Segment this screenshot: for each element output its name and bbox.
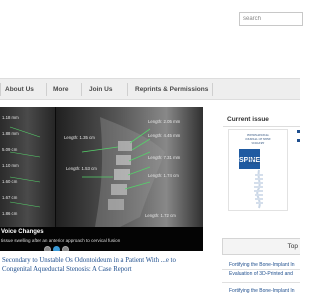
divider [222,269,300,270]
journal-cover[interactable]: INTERNATIONAL JOURNAL OF SPINE SURGERY S… [228,129,288,211]
toc-article-link[interactable]: Fortifying the Bone-Implant In [229,262,300,269]
divider [222,282,300,283]
cover-line: SURGERY [251,142,265,145]
nav-separator [81,83,82,96]
slide-caption: Voice Changes tissue swelling after an a… [0,227,203,251]
measurement-label: Length: 1.72 cm [145,213,176,218]
slide-dot-active[interactable] [53,246,60,251]
measurement-label: Length: 1.35 cm [64,135,95,140]
measurement-label: 1.60 cm [2,179,18,184]
nav-separator [0,83,1,96]
measurement-label: 1.88 mm [2,131,19,136]
toc-article-link[interactable]: Fortifying the Bone-Implant In [229,288,300,295]
nav-item-reprints-permissions[interactable]: Reprints & Permissions [135,79,208,100]
nav-separator [46,83,47,96]
nav-item-more[interactable]: More [53,79,69,100]
measurement-label: 1.18 mm [2,115,19,120]
measurement-label: 1.86 cm [2,211,18,216]
toc-article-link[interactable]: Evaluation of 3D-Printed and [229,271,300,278]
nav-separator [212,83,213,96]
nav-separator [127,83,128,96]
tab-label: Top [287,243,298,250]
slide-title: Voice Changes [1,229,44,235]
slide-dot[interactable] [62,246,69,251]
tab-top[interactable]: Top [222,238,300,255]
nav-item-join-us[interactable]: Join Us [89,79,112,100]
measurement-label: Length: 2.05 mm [148,119,181,124]
nav-item-about-us[interactable]: About Us [5,79,34,100]
search-input[interactable] [239,12,303,26]
measurement-label: Length: 7.31 mm [148,155,181,160]
image-slider[interactable]: 1.18 mm 1.88 mm 5.09 cm 1.10 mm 1.60 cm … [0,107,203,251]
measurement-label: Length: 1.74 cm [148,173,179,178]
measurement-label: Length: 4.45 mm [148,133,181,138]
slide-subtitle: tissue swelling after an anterior approa… [1,238,121,243]
divider [223,126,300,127]
featured-article-link[interactable]: Secondary to Unstable Os Odontoideum in … [2,256,202,274]
current-issue-heading: Current issue [227,116,269,123]
measurement-label: 1.67 cm [2,195,18,200]
slide-dot[interactable] [44,246,51,251]
measurement-label: Length: 1.53 cm [66,166,97,171]
measurement-label: 1.10 mm [2,163,19,168]
cover-line: SURGERY [247,162,260,165]
slide-image: 1.18 mm 1.88 mm 5.09 cm 1.10 mm 1.60 cm … [0,107,203,227]
measurement-label: 5.09 cm [2,147,18,152]
cropped-list-markers [297,130,300,150]
main-nav: About Us More Join Us Reprints & Permiss… [0,78,300,100]
